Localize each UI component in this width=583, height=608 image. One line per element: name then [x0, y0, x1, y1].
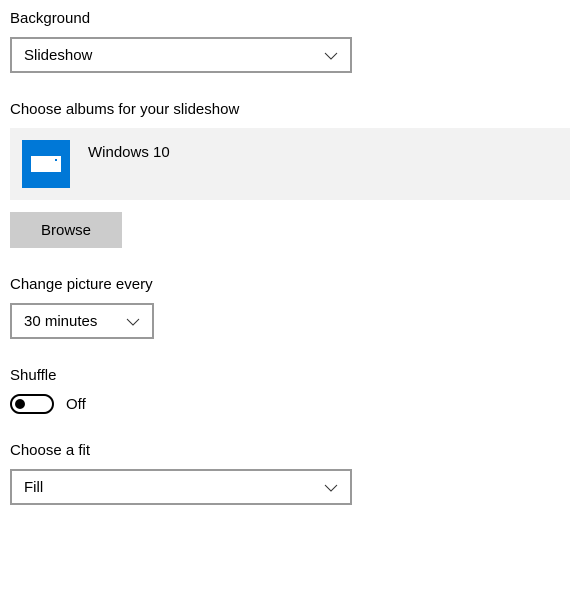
shuffle-toggle-row: Off	[10, 394, 573, 414]
background-value: Slideshow	[24, 47, 92, 64]
albums-section: Choose albums for your slideshow Windows…	[10, 101, 573, 248]
background-section: Background Slideshow	[10, 10, 573, 73]
background-label: Background	[10, 10, 573, 27]
interval-section: Change picture every 30 minutes	[10, 276, 573, 339]
shuffle-state: Off	[66, 396, 86, 413]
fit-section: Choose a fit Fill	[10, 442, 573, 505]
drive-icon	[22, 140, 70, 188]
interval-value: 30 minutes	[24, 313, 97, 330]
chevron-down-icon	[126, 313, 140, 330]
album-item[interactable]: Windows 10	[10, 128, 570, 200]
toggle-knob	[15, 399, 25, 409]
background-dropdown[interactable]: Slideshow	[10, 37, 352, 73]
chevron-down-icon	[324, 479, 338, 496]
album-name: Windows 10	[88, 144, 170, 161]
shuffle-toggle[interactable]	[10, 394, 54, 414]
albums-label: Choose albums for your slideshow	[10, 101, 573, 118]
browse-button[interactable]: Browse	[10, 212, 122, 248]
shuffle-section: Shuffle Off	[10, 367, 573, 414]
interval-label: Change picture every	[10, 276, 573, 293]
fit-dropdown[interactable]: Fill	[10, 469, 352, 505]
shuffle-label: Shuffle	[10, 367, 573, 384]
chevron-down-icon	[324, 47, 338, 64]
fit-label: Choose a fit	[10, 442, 573, 459]
fit-value: Fill	[24, 479, 43, 496]
interval-dropdown[interactable]: 30 minutes	[10, 303, 154, 339]
